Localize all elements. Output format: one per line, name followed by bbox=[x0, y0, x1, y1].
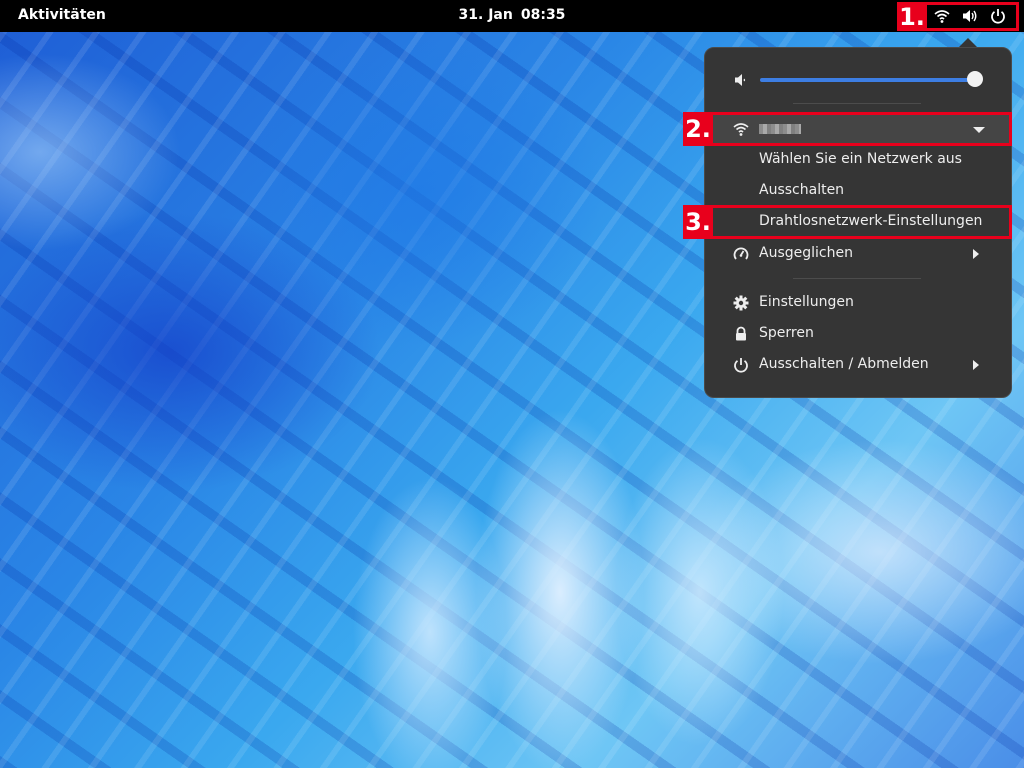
power-icon bbox=[733, 357, 749, 373]
menu-item-label: Einstellungen bbox=[759, 294, 854, 310]
power-off-logout-item[interactable]: Ausschalten / Abmelden bbox=[705, 350, 1011, 380]
annotation-label-2: 2. bbox=[683, 112, 713, 146]
annotation-label-1: 1. bbox=[897, 2, 927, 31]
power-profile-icon bbox=[733, 246, 749, 262]
menu-item-label: Ausschalten bbox=[759, 182, 845, 198]
clock-time: 08:35 bbox=[520, 7, 566, 23]
separator bbox=[793, 103, 921, 104]
wifi-turn-off[interactable]: Ausschalten bbox=[705, 176, 1011, 206]
clock[interactable]: 31. Jan 08:35 bbox=[0, 7, 1024, 23]
submenu-arrow-icon bbox=[973, 249, 979, 259]
annotation-label-3: 3. bbox=[683, 205, 713, 239]
gear-icon bbox=[733, 295, 749, 311]
menu-item-label: Ausschalten / Abmelden bbox=[759, 356, 929, 372]
menu-item-label: Wählen Sie ein Netzwerk aus bbox=[759, 151, 962, 167]
lock-item[interactable]: Sperren bbox=[705, 319, 1011, 349]
clock-date: 31. Jan bbox=[458, 7, 513, 23]
volume-slider-handle[interactable] bbox=[967, 71, 983, 87]
settings-item[interactable]: Einstellungen bbox=[705, 288, 1011, 318]
wifi-choose-network[interactable]: Wählen Sie ein Netzwerk aus bbox=[705, 145, 1011, 175]
top-bar: Aktivitäten 31. Jan 08:35 bbox=[0, 0, 1024, 32]
menu-item-label: Sperren bbox=[759, 325, 814, 341]
submenu-arrow-icon bbox=[973, 360, 979, 370]
annotation-box-3 bbox=[683, 205, 1012, 239]
power-mode-item[interactable]: Ausgeglichen bbox=[705, 239, 1011, 269]
speaker-muted-icon bbox=[733, 72, 749, 88]
menu-item-label: Ausgeglichen bbox=[759, 245, 853, 261]
annotation-box-2 bbox=[683, 112, 1012, 146]
volume-slider-track[interactable] bbox=[760, 78, 976, 82]
lock-icon bbox=[733, 326, 749, 342]
separator bbox=[793, 278, 921, 279]
